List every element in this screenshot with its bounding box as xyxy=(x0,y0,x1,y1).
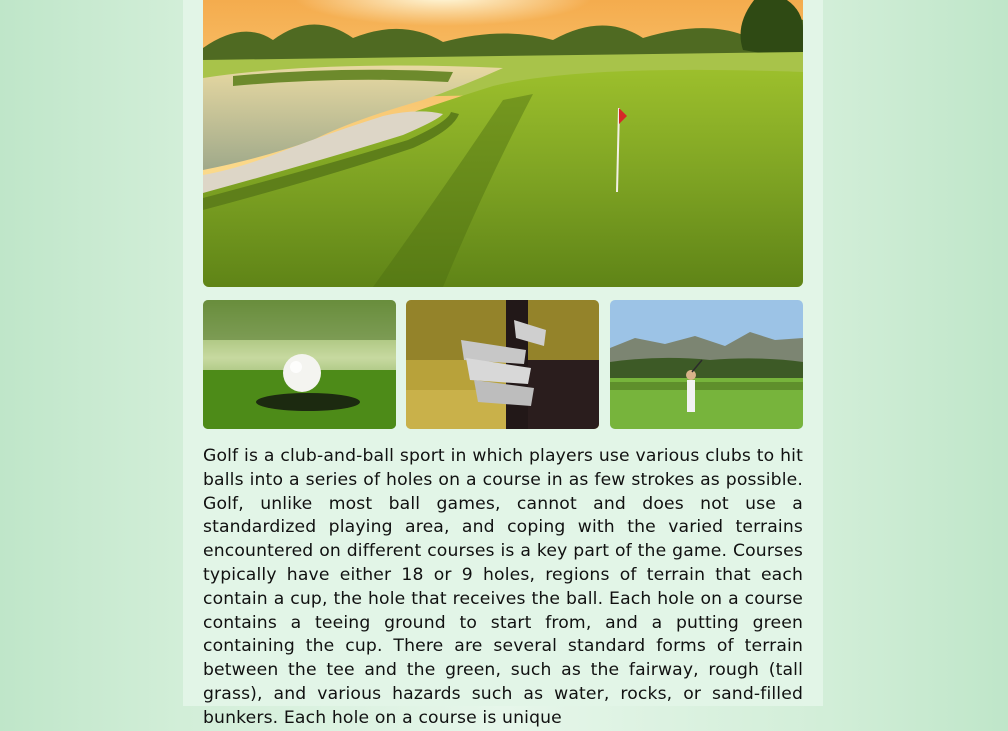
thumbnail-golf-clubs[interactable] xyxy=(406,300,599,429)
golf-course-photo xyxy=(203,0,803,287)
thumbnail-golfer[interactable] xyxy=(610,300,803,429)
hero-image xyxy=(203,0,803,287)
thumbnail-row xyxy=(203,300,803,429)
thumbnail-golf-ball[interactable] xyxy=(203,300,396,429)
article-paragraph: Golf is a club-and-ball sport in which p… xyxy=(203,446,803,728)
content-column: Golf is a club-and-ball sport in which p… xyxy=(183,0,823,728)
